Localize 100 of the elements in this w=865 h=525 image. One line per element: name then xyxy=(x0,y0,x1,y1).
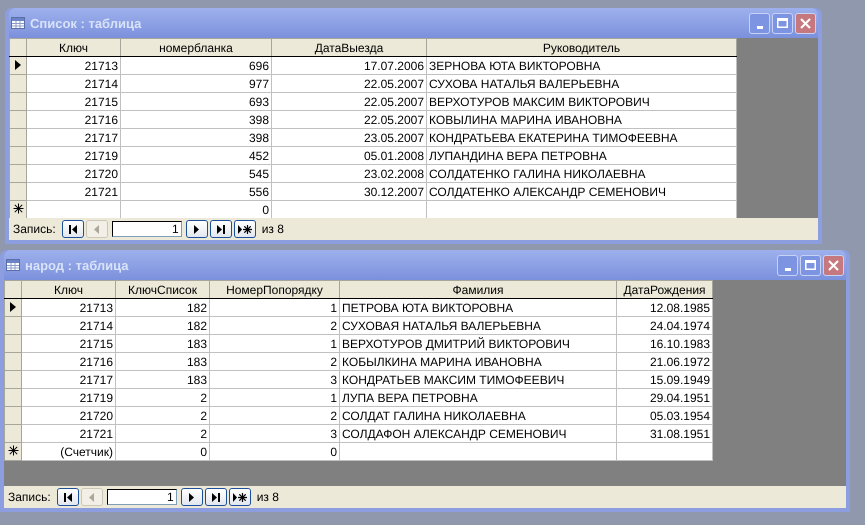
window-title: Список : таблица xyxy=(30,16,142,30)
minimize-icon xyxy=(756,26,762,28)
table-cell: 31.08.1951 xyxy=(616,424,712,442)
table-cell: 0 xyxy=(210,442,340,460)
table-cell: 05.01.2008 xyxy=(272,146,426,164)
table-cell: 183 xyxy=(116,370,210,388)
record-number-field[interactable]: 1 xyxy=(106,489,177,505)
table-cell: СУХОВАЯ НАТАЛЬЯ ВАЛЕРЬЕВНА xyxy=(340,316,616,334)
row-selector[interactable] xyxy=(10,56,26,74)
triangle-left-icon xyxy=(89,492,94,502)
table-cell: ВЕРХОТУРОВ МАКСИМ ВИКТОРОВИЧ xyxy=(426,92,736,110)
maximize-icon xyxy=(777,18,788,28)
row-selector[interactable] xyxy=(10,200,26,218)
table-cell: 29.04.1951 xyxy=(616,388,712,406)
table-cell: СОЛДАТ ГАЛИНА НИКОЛАЕВНА xyxy=(340,406,616,424)
close-button[interactable] xyxy=(795,12,816,34)
table-cell: 21714 xyxy=(22,316,116,334)
table-cell: 452 xyxy=(120,146,272,164)
table-cell: 30.12.2007 xyxy=(272,182,426,200)
table-cell: 3 xyxy=(210,424,340,442)
column-header[interactable]: Руководитель xyxy=(426,38,736,56)
table-cell: 2 xyxy=(210,406,340,424)
window-title: народ : таблица xyxy=(25,258,130,272)
table-cell: 22.05.2007 xyxy=(272,92,426,110)
minimize-icon xyxy=(784,268,790,270)
table-cell: 1 xyxy=(210,334,340,352)
table-cell: 2 xyxy=(210,352,340,370)
table-cell: 182 xyxy=(116,298,210,316)
column-header[interactable]: ДатаРождения xyxy=(616,280,712,298)
column-header[interactable]: Ключ xyxy=(22,280,116,298)
table-cell: КОВЫЛИНА МАРИНА ИВАНОВНА xyxy=(426,110,736,128)
close-button[interactable] xyxy=(823,254,844,276)
table-cell: 0 xyxy=(116,442,210,460)
table-cell: 977 xyxy=(120,74,272,92)
table-cell: 21715 xyxy=(26,92,120,110)
table-cell: СОЛДАТЕНКО АЛЕКСАНДР СЕМЕНОВИЧ xyxy=(426,182,736,200)
first-record-button[interactable] xyxy=(62,220,84,238)
minimize-button[interactable] xyxy=(749,12,770,34)
next-record-button[interactable] xyxy=(180,488,203,506)
skip-last-icon xyxy=(212,492,220,502)
table-cell: 21716 xyxy=(26,110,120,128)
table-cell: СУХОВА НАТАЛЬЯ ВАЛЕРЬЕВНА xyxy=(426,74,736,92)
table-cell: 21719 xyxy=(26,146,120,164)
table-cell: КОНДРАТЬЕВ МАКСИМ ТИМОФЕЕВИЧ xyxy=(340,370,616,388)
minimize-button[interactable] xyxy=(777,254,798,276)
skip-last-icon xyxy=(216,224,225,234)
table-cell: 22.05.2007 xyxy=(272,74,426,92)
table-cell: 2 xyxy=(116,424,210,442)
table-icon xyxy=(11,17,25,29)
maximize-button[interactable] xyxy=(772,12,793,34)
column-header[interactable]: Фамилия xyxy=(340,280,616,298)
triangle-right-icon xyxy=(194,224,200,234)
table-cell: 21716 xyxy=(22,352,116,370)
table-cell: 21717 xyxy=(26,128,120,146)
first-record-button[interactable] xyxy=(56,488,79,506)
table-cell: 21717 xyxy=(22,370,116,388)
record-number-field[interactable]: 1 xyxy=(112,221,182,237)
skip-first-icon xyxy=(68,224,77,234)
table-cell: ЛУПАНДИНА ВЕРА ПЕТРОВНА xyxy=(426,146,736,164)
next-record-button[interactable] xyxy=(186,220,208,238)
table-cell: 21720 xyxy=(26,164,120,182)
table-cell: (Счетчик) xyxy=(22,442,116,460)
table-cell: СОЛДАФОН АЛЕКСАНДР СЕМЕНОВИЧ xyxy=(340,424,616,442)
table-cell: 21715 xyxy=(22,334,116,352)
row-selector[interactable] xyxy=(4,442,22,460)
new-record-button[interactable] xyxy=(228,488,251,506)
record-count: из 8 xyxy=(262,222,284,236)
table-cell: 182 xyxy=(116,316,210,334)
table-cell: 398 xyxy=(120,110,272,128)
skip-first-icon xyxy=(64,492,72,502)
table-cell: 23.05.2007 xyxy=(272,128,426,146)
table-cell: КОБЫЛКИНА МАРИНА ИВАНОВНА xyxy=(340,352,616,370)
table-cell: 16.10.1983 xyxy=(616,334,712,352)
table-cell: 2 xyxy=(116,388,210,406)
record-label: Запись: xyxy=(13,222,56,236)
table-cell: 2 xyxy=(116,406,210,424)
maximize-button[interactable] xyxy=(800,254,821,276)
record-count: из 8 xyxy=(256,490,279,504)
table-cell: 21713 xyxy=(22,298,116,316)
table-cell: 696 xyxy=(120,56,272,74)
table-cell: 398 xyxy=(120,128,272,146)
column-header[interactable]: КлючСписок xyxy=(116,280,210,298)
column-header[interactable]: Ключ xyxy=(26,38,120,56)
table-cell: 21721 xyxy=(22,424,116,442)
column-header[interactable]: номербланка xyxy=(120,38,272,56)
table-cell: 17.07.2006 xyxy=(272,56,426,74)
column-header[interactable]: НомерПопорядку xyxy=(210,280,340,298)
table-cell: ЛУПА ВЕРА ПЕТРОВНА xyxy=(340,388,616,406)
row-selector[interactable] xyxy=(4,298,22,316)
table-cell: 21719 xyxy=(22,388,116,406)
table-cell: СОЛДАТЕНКО ГАЛИНА НИКОЛАЕВНА xyxy=(426,164,736,182)
table-icon xyxy=(6,259,20,271)
table-cell: 3 xyxy=(210,370,340,388)
column-header[interactable]: ДатаВыезда xyxy=(272,38,426,56)
last-record-button[interactable] xyxy=(204,488,227,506)
table-cell: 21721 xyxy=(26,182,120,200)
new-record-button[interactable] xyxy=(234,220,256,238)
last-record-button[interactable] xyxy=(210,220,232,238)
table-cell: 556 xyxy=(120,182,272,200)
new-record-icon xyxy=(238,224,252,234)
